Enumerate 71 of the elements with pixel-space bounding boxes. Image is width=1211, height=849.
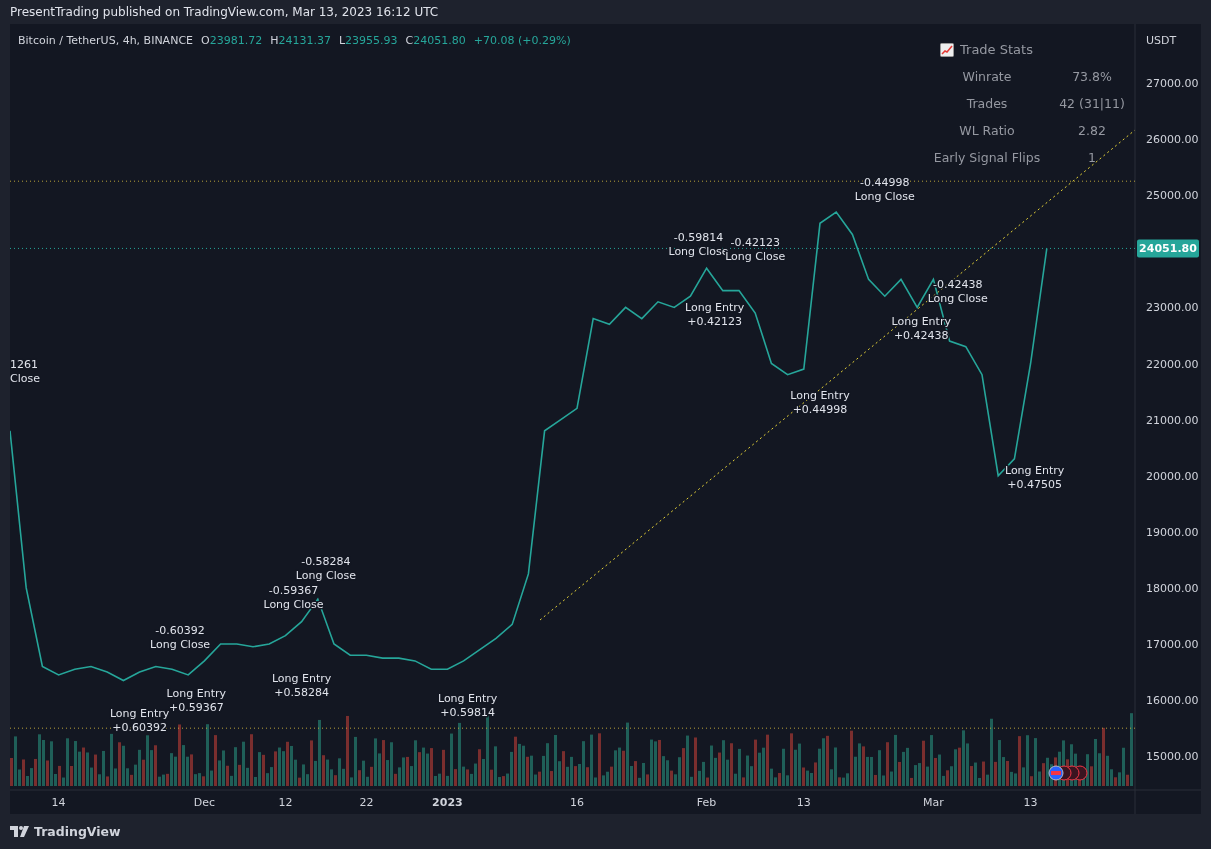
symbol-title: Bitcoin / TetherUS, 4h, BINANCE [18,34,193,47]
stat-label: Early Signal Flips [932,150,1042,165]
time-tick: 14 [51,796,66,809]
stat-value: 42 (31|11) [1058,96,1126,111]
publisher-line: PresentTrading published on TradingView.com, Mar 13, 2023 16:12 UTC [10,5,439,19]
trade-label: Long Close [854,189,915,203]
trade-label: -0.60392 [155,624,205,637]
trade-label: Long Entry [790,388,850,402]
ohlc-value: H24131.37 [270,34,331,47]
trade-label: -0.42123 [730,236,780,250]
trade-label: Close [10,371,40,385]
trade-label: -0.59814 [673,231,724,245]
stat-label: Winrate [961,69,1013,84]
axis-unit: USDT [1146,34,1177,47]
trade-label: Long Entry [271,671,332,685]
brand-logo-icon [10,826,30,837]
trade-label: +0.44998 [792,402,848,416]
trade-label: +0.59814 [440,705,495,719]
trade-label: +0.59367 [168,700,224,714]
trade-label: Long Entry [437,691,498,705]
trade-label: Long Close [295,569,356,582]
ohlc-value: L23955.93 [338,34,398,47]
price-tick: 26000.00 [1146,133,1199,147]
price-tick: 15000.00 [1146,750,1199,764]
time-tick: 13 [796,796,811,809]
trade-label: Long Entry [166,686,226,700]
stat-value: 73.8% [1071,69,1113,84]
time-tick: Dec [193,796,216,809]
trade-label: -0.59367 [268,584,319,598]
price-tick: 21000.00 [1146,413,1199,427]
price-tick: 27000.00 [1146,77,1199,90]
trade-label: +0.47505 [1007,478,1062,492]
price-tick: 19000.00 [1146,525,1199,539]
time-tick: 16 [570,796,584,809]
trade-label: Long Entry [685,301,745,315]
time-tick: 22 [359,796,374,809]
trade-label: 1261 [10,357,38,371]
trade-label: Long Entry [109,707,170,721]
stats-title: Trade Stats [960,42,1033,57]
trade-label: Long Close [725,250,786,264]
price-tick: 16000.00 [1146,694,1199,708]
price-change: +70.08 (+0.29%) [473,34,571,47]
time-tick: 13 [1023,796,1038,809]
price-tick: 22000.00 [1146,357,1199,371]
stat-label: WL Ratio [958,123,1016,138]
trade-label: +0.42438 [893,328,949,342]
trade-label: -0.58284 [301,555,351,568]
price-tick: 25000.00 [1146,189,1199,203]
stat-value: 1 [1087,150,1097,165]
trade-label: -0.44998 [860,175,910,189]
trade-label: Long Entry [1004,464,1065,478]
brand-name: TradingView [34,824,121,839]
stat-value: 2.82 [1077,123,1107,138]
trade-label: Long Close [150,638,211,652]
trade-label: +0.42123 [687,315,743,329]
time-tick: Feb [696,796,717,809]
price-tick: 23000.00 [1146,301,1199,315]
event-flags-icon [1048,765,1088,781]
trade-label: +0.60392 [112,721,167,735]
chart-icon [940,42,954,57]
stat-label: Trades [965,96,1009,111]
time-tick: 2023 [432,796,463,809]
time-tick: 12 [278,796,293,809]
price-tick: 17000.00 [1146,638,1199,652]
trade-label: +0.58284 [274,685,329,699]
time-tick: Mar [923,796,944,809]
ohlc-value: C24051.80 [405,34,466,47]
price-tick: 18000.00 [1146,581,1199,595]
last-price-badge: 24051.80 [1137,239,1199,258]
price-tick: 20000.00 [1146,469,1199,483]
ohlc-value: O23981.72 [201,34,263,47]
